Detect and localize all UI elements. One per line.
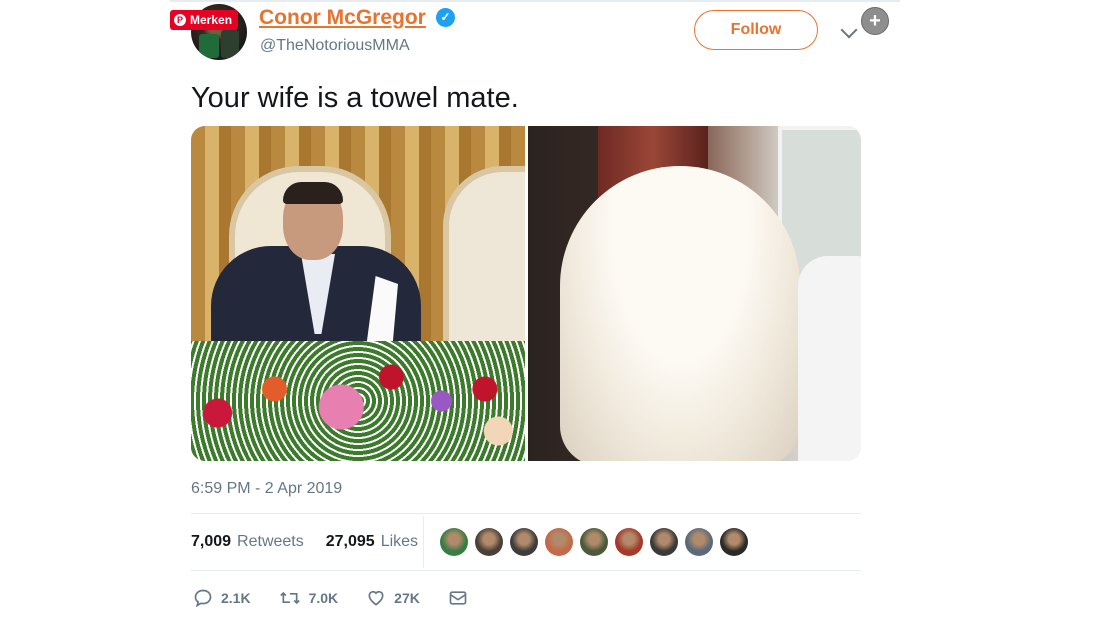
veil	[559, 166, 800, 461]
like-icon	[368, 590, 384, 606]
divider	[191, 513, 861, 514]
liker-avatar[interactable]	[475, 528, 503, 556]
liker-avatar[interactable]	[615, 528, 643, 556]
reply-icon	[194, 589, 212, 608]
likes-label[interactable]: Likes	[381, 533, 418, 551]
tweet-timestamp[interactable]: 6:59 PM - 2 Apr 2019	[191, 480, 342, 498]
retweets-count[interactable]: 7,009	[191, 533, 231, 551]
pinterest-icon: P	[174, 14, 186, 26]
reply-count: 2.1K	[221, 590, 251, 606]
liker-avatar[interactable]	[580, 528, 608, 556]
author-handle[interactable]: @TheNotoriousMMA	[260, 37, 410, 55]
retweet-count: 7.0K	[308, 590, 339, 606]
author-name[interactable]: Conor McGregor	[259, 6, 426, 30]
media-photo-left[interactable]	[191, 126, 525, 461]
likes-count[interactable]: 27,095	[326, 533, 375, 551]
person	[797, 256, 861, 461]
liker-avatar[interactable]	[545, 528, 573, 556]
top-divider	[170, 0, 900, 2]
avatar-detail	[199, 34, 219, 58]
message-icon	[449, 591, 467, 605]
message-button[interactable]	[448, 588, 468, 608]
tweet-text: Your wife is a towel mate.	[191, 82, 519, 114]
liker-avatar[interactable]	[510, 528, 538, 556]
retweets-label[interactable]: Retweets	[237, 533, 304, 551]
like-button[interactable]: 27K	[366, 588, 420, 608]
pinterest-save-label: Merken	[190, 13, 233, 27]
chevron-down-icon[interactable]	[840, 21, 858, 39]
liker-avatars	[440, 528, 748, 556]
plus-icon[interactable]: +	[861, 7, 889, 35]
follow-button[interactable]: Follow	[694, 10, 818, 50]
liker-avatar[interactable]	[685, 528, 713, 556]
flowers	[191, 341, 525, 461]
pinterest-save-button[interactable]: P Merken	[170, 10, 239, 30]
divider	[191, 570, 861, 571]
liker-avatar[interactable]	[720, 528, 748, 556]
retweet-icon	[279, 591, 300, 605]
tweet-stats: 7,009 Retweets 27,095 Likes	[191, 533, 418, 551]
media-photo-right[interactable]	[527, 126, 861, 461]
liker-avatar[interactable]	[650, 528, 678, 556]
like-count: 27K	[394, 590, 420, 606]
liker-avatar[interactable]	[440, 528, 468, 556]
tweet-media[interactable]	[191, 126, 861, 461]
divider	[423, 516, 424, 568]
reply-button[interactable]: 2.1K	[193, 588, 251, 608]
tweet-actions: 2.1K 7.0K 27K	[193, 588, 496, 608]
avatar-detail	[221, 30, 239, 58]
verified-icon: ✓	[436, 8, 455, 27]
hair	[283, 182, 343, 204]
retweet-button[interactable]: 7.0K	[279, 588, 339, 608]
